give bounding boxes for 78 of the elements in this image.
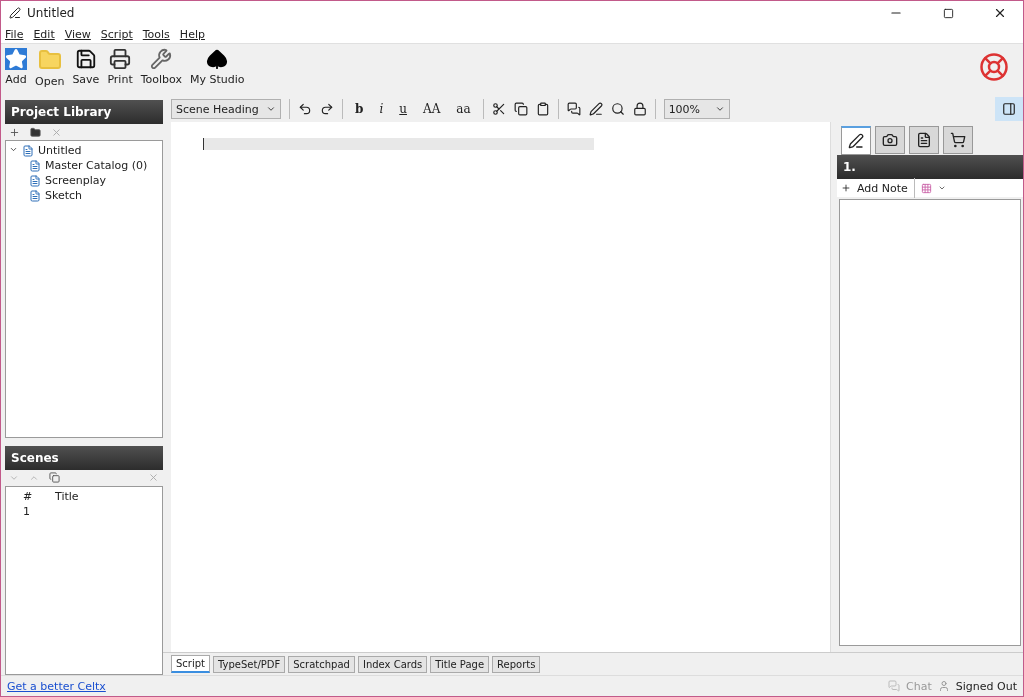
user-icon [937,680,950,692]
add-icon[interactable] [841,183,851,193]
style-dropdown[interactable]: Scene Heading [171,99,281,119]
color-grid-icon[interactable] [920,182,932,194]
toolbar-button[interactable]: Print [107,48,133,86]
camera-icon [882,132,898,148]
cart-icon [950,132,966,148]
menu-item[interactable]: Tools [142,27,170,41]
panel-tab[interactable] [875,126,905,154]
chevron-down-icon [266,104,276,114]
pen-icon [848,133,864,149]
menu-item[interactable]: Script [100,27,133,41]
bottom-tab[interactable]: Index Cards [357,655,428,673]
toolbar-button[interactable]: My Studio [189,48,245,86]
menu-item[interactable]: Help [179,27,205,41]
column-header: # [23,489,34,503]
printer-icon [109,48,132,70]
format-button[interactable]: b [351,102,368,116]
lifebuoy-icon[interactable] [979,52,1009,82]
close-icon[interactable] [993,6,1007,20]
maximize-icon[interactable] [942,7,954,19]
chat-icon [888,680,901,692]
menu-item[interactable]: View [64,27,91,41]
panel-toggle-icon[interactable] [995,97,1023,121]
format-button[interactable]: AA [418,102,445,116]
tree-item[interactable]: Screenplay [45,174,107,187]
upgrade-link[interactable]: Get a better Celtx [7,679,106,693]
document-icon [29,174,41,187]
wrench-icon [150,48,173,70]
spade-icon [206,48,229,70]
toolbar-button[interactable]: Add [5,48,27,86]
window-title: Untitled [27,6,76,20]
folder-icon [37,48,62,72]
document-icon [29,159,41,172]
zoom-dropdown[interactable]: 100% [663,99,730,119]
undo-icon[interactable] [298,102,312,116]
tree-item[interactable]: Sketch [45,189,83,202]
scene-number[interactable]: 1 [23,504,30,518]
add-icon[interactable] [9,126,20,138]
bottom-tab[interactable]: Reports [492,655,541,673]
star-icon [5,48,27,70]
format-button[interactable]: i [375,102,388,116]
tree-item[interactable]: Untitled [38,144,82,157]
duplicate-icon[interactable] [49,472,60,484]
copy-icon[interactable] [513,102,528,116]
lock-icon[interactable] [632,102,647,116]
panel-header: Project Library [5,100,163,124]
save-icon [74,48,97,70]
search-icon[interactable] [610,102,625,116]
panel-header: Scenes [5,445,163,470]
paste-icon[interactable] [535,102,550,116]
chevron-down-icon [714,104,725,114]
redo-icon[interactable] [320,102,334,116]
menu-item[interactable]: File [5,27,24,41]
panel-tab[interactable] [841,126,871,155]
toolbar-button[interactable]: Open [35,48,65,88]
panel-header: 1. [837,155,1023,179]
document-icon [22,144,34,157]
bottom-tab[interactable]: Script [171,655,210,673]
bottom-tab[interactable]: Title Page [430,655,490,673]
format-button[interactable]: u [395,102,411,116]
toolbar-button[interactable]: Save [72,48,100,86]
toolbar-button[interactable]: Toolbox [140,48,182,86]
chevron-down-icon[interactable] [937,184,946,192]
bottom-tab[interactable]: TypeSet/PDF [213,655,286,673]
document-icon [29,189,41,202]
panel-tab[interactable] [909,126,939,154]
cut-icon[interactable] [491,102,506,116]
document-icon [916,132,932,148]
panel-tab[interactable] [943,126,973,154]
comments-icon[interactable] [566,102,581,116]
tree-item[interactable]: Master Catalog (0) [45,159,148,172]
column-header: Title [55,489,80,503]
bottom-tab[interactable]: Scratchpad [288,655,355,673]
folder-icon[interactable] [30,126,41,138]
menu-item[interactable]: Edit [33,27,55,41]
account-status[interactable]: Signed Out [955,679,1017,693]
format-button[interactable]: aa [452,102,475,116]
